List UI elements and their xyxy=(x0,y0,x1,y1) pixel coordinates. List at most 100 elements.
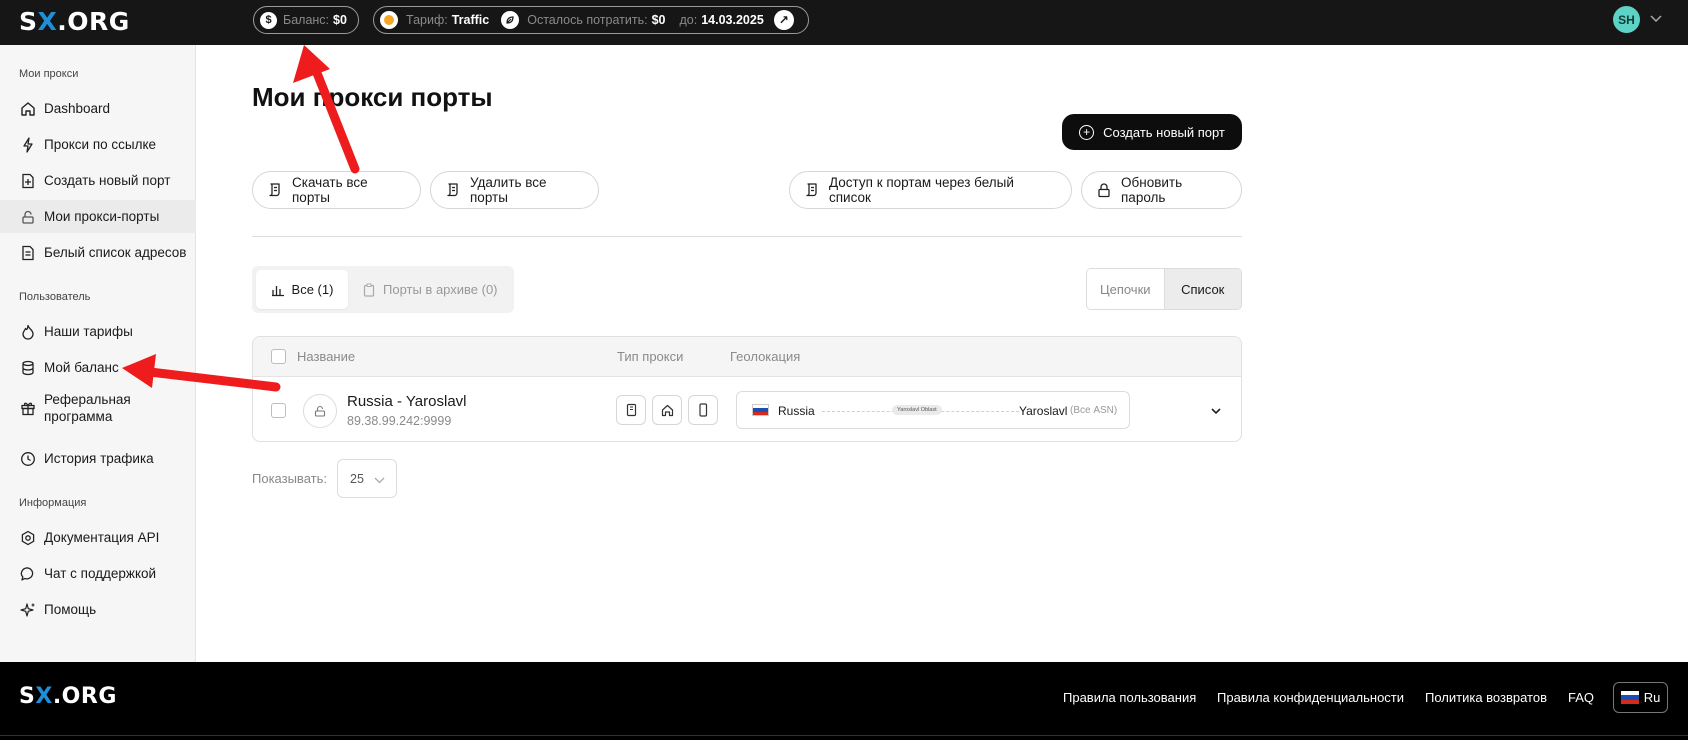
column-header-type: Тип прокси xyxy=(617,349,684,364)
plus-circle-icon: + xyxy=(1079,124,1095,140)
language-selector[interactable]: Ru xyxy=(1613,682,1668,713)
page-size-select[interactable]: 25 xyxy=(337,459,397,498)
footer-link-faq[interactable]: FAQ xyxy=(1568,690,1594,705)
column-header-geo: Геолокация xyxy=(730,349,801,364)
until-label: до: xyxy=(679,13,698,27)
whitelist-access-label: Доступ к портам через белый список xyxy=(829,175,1014,205)
plan-pill[interactable]: Тариф: Traffic Осталось потратить: $0 до… xyxy=(373,6,809,34)
sidebar-item-traffic-history[interactable]: История трафика xyxy=(0,442,196,475)
chevron-down-icon[interactable] xyxy=(1211,402,1221,420)
sidebar-item-dashboard[interactable]: Dashboard xyxy=(0,92,196,125)
sidebar-item-link-proxy[interactable]: Прокси по ссылке xyxy=(0,128,196,161)
russia-flag-icon xyxy=(752,404,769,416)
until-value: 14.03.2025 xyxy=(701,13,764,27)
chevron-down-icon xyxy=(374,473,385,487)
footer-link-terms[interactable]: Правила пользования xyxy=(1063,690,1196,705)
scroll-icon xyxy=(267,182,283,198)
leaf-icon xyxy=(501,11,520,29)
balance-value: $0 xyxy=(333,13,347,27)
sidebar-item-my-ports[interactable]: Мои прокси-порты xyxy=(0,200,196,233)
top-bar: SX.ORG $ Баланс: $0 Тариф: Traffic Остал… xyxy=(0,0,1688,45)
tab-all[interactable]: Все (1) xyxy=(256,270,348,309)
sidebar-item-tariffs[interactable]: Наши тарифы xyxy=(0,315,196,348)
sidebar-item-referral[interactable]: Реферальная программа xyxy=(0,388,196,428)
ports-table: Название Тип прокси Геолокация Russia - … xyxy=(252,336,1242,442)
view-mode-toggle: Цепочки Список xyxy=(1086,268,1242,310)
view-mode-list[interactable]: Список xyxy=(1164,269,1241,309)
chat-icon xyxy=(19,565,36,582)
sidebar-item-label: Создать новый порт xyxy=(44,173,171,188)
sidebar-item-label: Помощь xyxy=(44,602,97,617)
mobile-icon[interactable] xyxy=(688,395,718,425)
sidebar-section-title: Информация xyxy=(19,497,87,509)
chevron-down-icon[interactable] xyxy=(1650,11,1662,26)
footer: SX.ORG Правила пользования Правила конфи… xyxy=(0,662,1688,740)
page-size-value: 25 xyxy=(350,471,364,486)
tab-label: Все (1) xyxy=(291,282,334,297)
divider xyxy=(252,236,1242,237)
flame-icon xyxy=(19,323,36,340)
create-port-label: Создать новый порт xyxy=(1103,124,1225,140)
footer-link-privacy[interactable]: Правила конфиденциальности xyxy=(1217,690,1404,705)
file-plus-icon xyxy=(19,172,36,189)
whitelist-access-button[interactable]: Доступ к портам через белый список xyxy=(789,171,1072,209)
select-all-checkbox[interactable] xyxy=(271,349,286,364)
footer-logo[interactable]: SX.ORG xyxy=(19,684,117,709)
lock-icon xyxy=(19,208,36,225)
sidebar-item-whitelist[interactable]: Белый список адресов xyxy=(0,236,196,269)
sidebar-section-title: Мои прокси xyxy=(19,68,79,80)
delete-all-ports-button[interactable]: Удалить все порты xyxy=(430,171,599,209)
port-address[interactable]: 89.38.99.242:9999 xyxy=(347,414,451,428)
logo[interactable]: SX.ORG xyxy=(19,7,130,36)
sidebar-item-label: Наши тарифы xyxy=(44,324,133,339)
delete-all-ports-label: Удалить все порты xyxy=(470,175,547,205)
download-all-ports-button[interactable]: Скачать все порты xyxy=(252,171,421,209)
clock-icon xyxy=(19,450,36,467)
create-port-button[interactable]: + Создать новый порт xyxy=(1062,114,1242,150)
update-password-label: Обновить пароль xyxy=(1121,175,1183,205)
sidebar-item-api-docs[interactable]: Документация API xyxy=(0,521,196,554)
lock-icon xyxy=(1096,182,1112,198)
geo-city: Yaroslavl xyxy=(1019,404,1068,418)
tab-label: Порты в архиве (0) xyxy=(383,282,498,297)
dollar-icon: $ xyxy=(260,11,277,29)
gear-icon xyxy=(19,529,36,546)
sidebar-item-create-port[interactable]: Создать новый порт xyxy=(0,164,196,197)
sidebar-item-label: Прокси по ссылке xyxy=(44,137,157,152)
geolocation-chain[interactable]: Russia Yaroslavl Oblast Yaroslavl (Все A… xyxy=(736,391,1130,429)
tabs: Все (1) Порты в архиве (0) xyxy=(252,266,514,313)
row-checkbox[interactable] xyxy=(271,403,286,418)
arrow-up-right-icon[interactable]: ↗ xyxy=(773,10,794,30)
view-mode-chains[interactable]: Цепочки xyxy=(1087,269,1165,309)
list-doc-icon xyxy=(19,244,36,261)
sidebar-item-balance[interactable]: Мой баланс xyxy=(0,351,196,384)
clipboard-icon xyxy=(362,282,376,297)
table-header: Название Тип прокси Геолокация xyxy=(253,337,1241,377)
lock-icon xyxy=(303,394,337,428)
home-icon xyxy=(19,100,36,117)
sidebar-item-support-chat[interactable]: Чат с поддержкой xyxy=(0,557,196,590)
balance-pill[interactable]: $ Баланс: $0 xyxy=(253,6,359,34)
plan-icon xyxy=(380,11,398,29)
plug-icon xyxy=(19,136,36,153)
port-name[interactable]: Russia - Yaroslavl xyxy=(347,393,467,410)
avatar[interactable]: SH xyxy=(1613,6,1640,33)
sidebar-item-label: Dashboard xyxy=(44,101,111,116)
tab-archived[interactable]: Порты в архиве (0) xyxy=(362,270,498,309)
sidebar-item-label: Мой баланс xyxy=(44,360,119,375)
spend-label: Осталось потратить: xyxy=(527,13,648,27)
database-icon xyxy=(19,359,36,376)
footer-link-refunds[interactable]: Политика возвратов xyxy=(1425,690,1547,705)
sidebar: Мои прокси Dashboard Прокси по ссылке Со… xyxy=(0,45,196,662)
page-size-label: Показывать: xyxy=(252,471,327,486)
language-label: Ru xyxy=(1643,690,1661,705)
sidebar-item-label: Документация API xyxy=(44,530,160,545)
plan-label: Тариф: xyxy=(406,13,448,27)
home-icon[interactable] xyxy=(652,395,682,425)
update-password-button[interactable]: Обновить пароль xyxy=(1081,171,1242,209)
column-header-name: Название xyxy=(297,349,356,364)
bookmark-icon[interactable] xyxy=(616,395,646,425)
russia-flag-icon xyxy=(1620,691,1639,704)
geo-region-badge: Yaroslavl Oblast xyxy=(892,405,942,415)
sidebar-item-help[interactable]: Помощь xyxy=(0,593,196,626)
